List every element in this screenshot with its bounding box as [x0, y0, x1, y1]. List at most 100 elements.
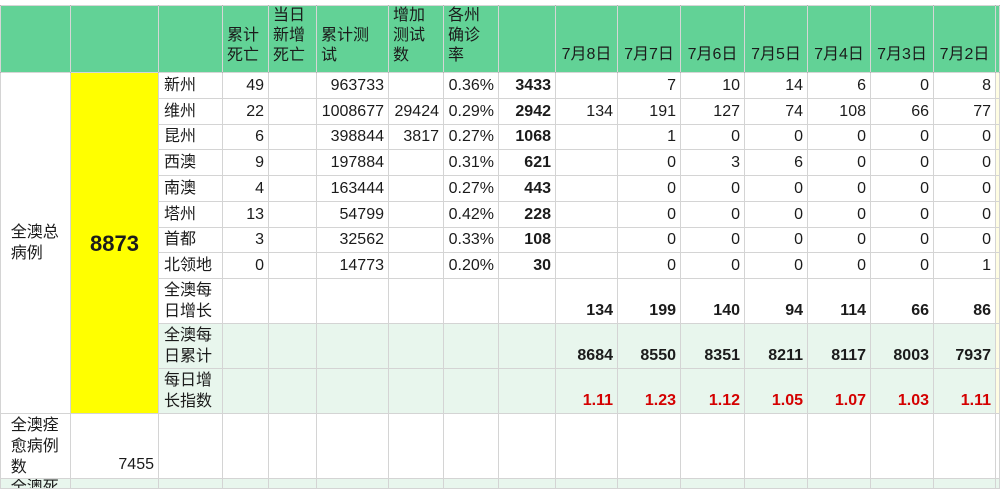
- empty-cell: [443, 323, 499, 369]
- daily-new-cases-cell: 0: [870, 200, 934, 228]
- cumulative-tests-cell: 163444: [316, 175, 389, 202]
- empty-cell: [498, 323, 556, 369]
- cumulative-deaths-cell: 49: [222, 72, 269, 99]
- state-name: 维州: [158, 97, 223, 125]
- empty-cell: [870, 478, 934, 489]
- deaths-label-cell: 全澳死: [0, 478, 71, 489]
- empty-cell: [498, 368, 556, 414]
- summary-value-cell: 86: [933, 278, 996, 324]
- empty-cell: [807, 413, 871, 479]
- summary-value-cell: 1.07: [807, 368, 871, 414]
- summary-value-cell: 8211: [744, 323, 808, 369]
- cumulative-deaths-cell: 9: [222, 149, 269, 176]
- empty-cell: [680, 478, 745, 489]
- daily-new-cases-cell: 0: [807, 200, 871, 228]
- daily-new-cases-cell: 0: [617, 226, 681, 254]
- summary-label: 每日增长指数: [164, 372, 213, 410]
- daily-new-cases-cell: 7: [617, 72, 681, 99]
- state-name: 新州: [158, 72, 223, 99]
- new-tests-cell: [388, 226, 444, 254]
- empty-cell: [617, 478, 681, 489]
- daily-new-cases-cell: [555, 149, 618, 176]
- header-row: 累计死亡 当日新增死亡 累计测试 增加测试数 各州确诊率 7月8日 7月7日 7…: [0, 5, 1000, 73]
- daily-new-cases-cell: 0: [807, 149, 871, 176]
- daily-new-cases-cell: 191: [617, 97, 681, 125]
- empty-cell: [388, 278, 444, 324]
- confirm-rate-cell: 0.27%: [443, 175, 499, 202]
- header-date: 7月2日: [933, 5, 996, 73]
- cumulative-tests-cell: 398844: [316, 123, 389, 151]
- empty-cell: [222, 323, 269, 369]
- cumulative-tests-cell: 54799: [316, 200, 389, 228]
- cumulative-tests-cell: 197884: [316, 149, 389, 176]
- new-tests-cell: [388, 175, 444, 202]
- daily-new-cases-cell: 0: [617, 149, 681, 176]
- empty-cell: [268, 323, 317, 369]
- empty-cell: [316, 278, 389, 324]
- empty-cell: [555, 478, 618, 489]
- state-name: 塔州: [158, 200, 223, 228]
- daily-new-cases-cell: 10: [680, 72, 745, 99]
- daily-new-cases-cell: 0: [933, 200, 996, 228]
- daily-new-cases-cell: 3: [680, 149, 745, 176]
- daily-new-cases-cell: [555, 123, 618, 151]
- daily-new-cases-cell: 0: [807, 175, 871, 202]
- daily-new-cases-cell: 14: [744, 72, 808, 99]
- empty-cell: [498, 278, 556, 324]
- confirmed-cases-cell: 443: [498, 175, 556, 202]
- edge-cell: [995, 97, 1000, 125]
- summary-label-cell: 全澳每日累计: [158, 323, 223, 369]
- deaths-label: 全澳死: [10, 479, 59, 488]
- header-cumulative-tests-label: 累计测试: [321, 27, 370, 64]
- confirm-rate-cell: 0.33%: [443, 226, 499, 254]
- daily-new-cases-cell: 0: [680, 252, 745, 279]
- state-name: 西澳: [158, 149, 223, 176]
- empty-cell: [268, 478, 317, 489]
- daily-new-cases-cell: 77: [933, 97, 996, 125]
- new-tests-cell: 3817: [388, 123, 444, 151]
- edge-cell: [995, 123, 1000, 151]
- spreadsheet-view: 累计死亡 当日新增死亡 累计测试 增加测试数 各州确诊率 7月8日 7月7日 7…: [0, 0, 1000, 490]
- state-row: 全澳总病例 8873 新州 49 963733 0.36% 3433 7 10 14 6 0 8: [0, 72, 1000, 414]
- cumulative-tests-cell: 1008677: [316, 97, 389, 125]
- daily-new-cases-cell: 0: [933, 149, 996, 176]
- covid-data-table: 累计死亡 当日新增死亡 累计测试 增加测试数 各州确诊率 7月8日 7月7日 7…: [0, 5, 1000, 489]
- empty-cell: [222, 278, 269, 324]
- empty-cell: [498, 478, 556, 489]
- edge-cell: [995, 368, 1000, 414]
- edge-cell: [995, 252, 1000, 279]
- header-date: 7月6日: [680, 5, 745, 73]
- daily-new-cases-cell: 0: [680, 226, 745, 254]
- summary-value-cell: 66: [870, 278, 934, 324]
- empty-cell: [744, 413, 808, 479]
- confirm-rate-cell: 0.27%: [443, 123, 499, 151]
- header-new-tests: 增加测试数: [388, 5, 444, 73]
- confirm-rate-cell: 0.20%: [443, 252, 499, 279]
- new-tests-cell: [388, 252, 444, 279]
- state-name: 北领地: [158, 252, 223, 279]
- new-tests-cell: 29424: [388, 97, 444, 125]
- edge-cell: [995, 149, 1000, 176]
- recovered-row: 全澳痊愈病例数 7455: [0, 413, 1000, 479]
- edge-cell: [995, 72, 1000, 99]
- summary-value-cell: 199: [617, 278, 681, 324]
- cumulative-tests-cell: 32562: [316, 226, 389, 254]
- daily-new-cases-cell: 0: [933, 226, 996, 254]
- confirm-rate-cell: 0.31%: [443, 149, 499, 176]
- daily-new-cases-cell: 0: [870, 123, 934, 151]
- edge-cell: [995, 175, 1000, 202]
- daily-new-cases-cell: 0: [617, 200, 681, 228]
- daily-new-cases-cell: 0: [744, 200, 808, 228]
- cumulative-deaths-cell: 3: [222, 226, 269, 254]
- summary-value-cell: 134: [555, 278, 618, 324]
- recovered-label-cell: 全澳痊愈病例数: [0, 413, 71, 479]
- empty-cell: [498, 413, 556, 479]
- header-date: 7月8日: [555, 5, 618, 73]
- confirmed-cases-cell: 228: [498, 200, 556, 228]
- edge-cell: [995, 413, 1000, 479]
- summary-label-cell: 全澳每日增长: [158, 278, 223, 324]
- empty-cell: [388, 323, 444, 369]
- daily-new-cases-cell: 0: [870, 252, 934, 279]
- recovered-label: 全澳痊愈病例数: [10, 417, 59, 476]
- state-name: 昆州: [158, 123, 223, 151]
